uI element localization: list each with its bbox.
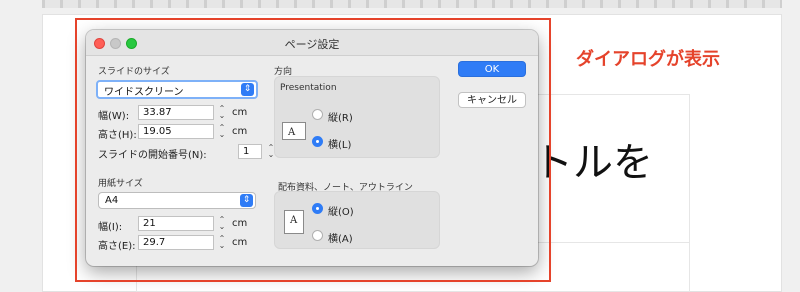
slide-title-text: トルを: [533, 140, 653, 186]
ruler-strip: [42, 0, 782, 8]
annotation-label: ダイアログが表示: [576, 49, 720, 70]
annotation-highlight-box: [75, 18, 551, 282]
